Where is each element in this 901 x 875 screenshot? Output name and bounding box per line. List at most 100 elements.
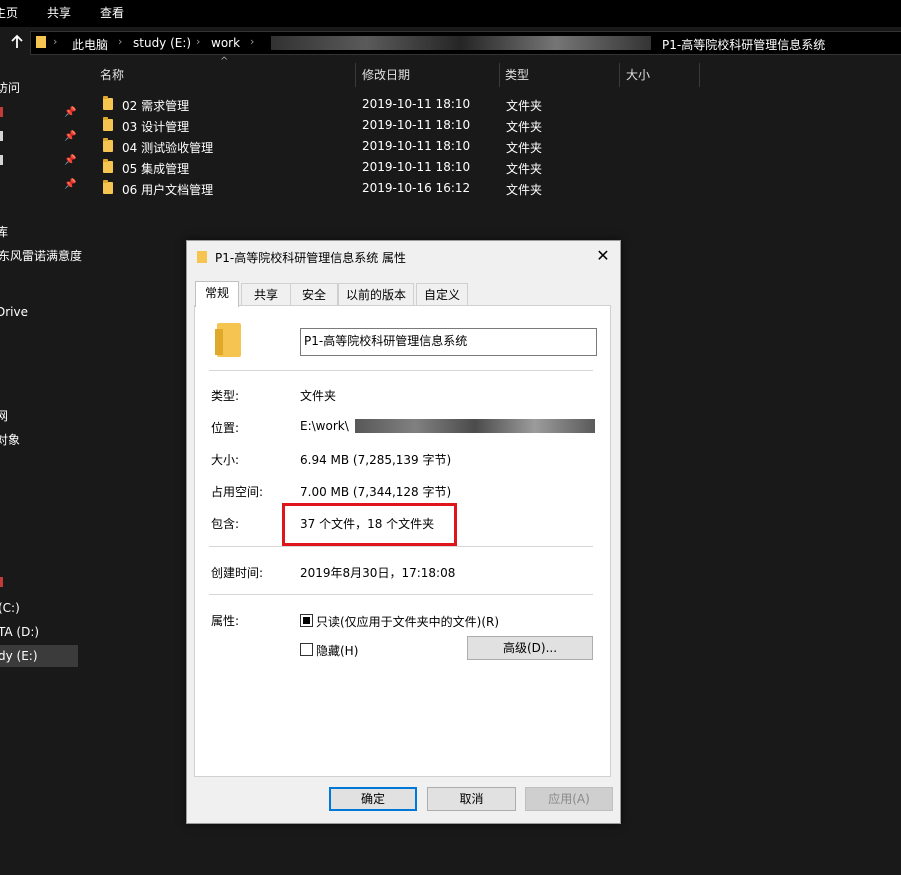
table-row[interactable]: 06 用户文档管理 2019-10-16 16:12 文件夹 [100,178,700,199]
column-header-type[interactable]: 类型 [505,66,529,83]
divider [209,370,593,371]
column-divider[interactable] [699,63,700,87]
file-modified: 2019-10-11 18:10 [362,160,471,174]
file-name: 03 设计管理 [122,120,190,134]
location-value: E:\work\ [300,419,349,433]
file-modified: 2019-10-11 18:10 [362,97,471,111]
folder-name-field[interactable]: P1-高等院校科研管理信息系统 [300,328,597,356]
nav-item-drive-d[interactable]: TA (D:) [0,621,39,643]
created-label: 创建时间: [211,566,264,580]
ribbon-bar: 主页 共享 查看 [0,0,901,27]
file-name: 02 需求管理 [122,99,190,113]
folder-icon [103,138,113,152]
close-icon[interactable]: ✕ [591,245,615,267]
dialog-title: P1-高等院校科研管理信息系统 属性 [215,251,407,265]
table-row[interactable]: 03 设计管理 2019-10-11 18:10 文件夹 [100,115,700,136]
column-header-size[interactable]: 大小 [626,66,650,83]
breadcrumb-work[interactable]: work [211,36,240,50]
chevron-right-icon: › [196,35,201,48]
chevron-right-icon: › [118,35,123,48]
table-row[interactable]: 05 集成管理 2019-10-11 18:10 文件夹 [100,157,700,178]
redacted-location [355,419,595,433]
table-row[interactable]: 04 测试验收管理 2019-10-11 18:10 文件夹 [100,136,700,157]
apply-button[interactable]: 应用(A) [525,787,613,811]
tab-previous-versions[interactable]: 以前的版本 [338,283,414,306]
file-type: 文件夹 [506,183,543,197]
file-name: 05 集成管理 [122,162,190,176]
folder-icon [215,323,241,357]
properties-dialog: P1-高等院校科研管理信息系统 属性 ✕ 常规 共享 安全 以前的版本 自定义 … [186,240,621,824]
nav-item-dongfeng[interactable]: 东风雷诺满意度 [0,245,82,267]
cancel-button[interactable]: 取消 [427,787,516,811]
location-label: 位置: [211,421,240,435]
column-divider[interactable] [499,63,500,87]
sort-ascending-icon: ^ [220,56,229,67]
breadcrumb-current-folder[interactable]: P1-高等院校科研管理信息系统 [662,36,825,53]
tab-general[interactable]: 常规 [195,281,239,307]
file-name: 04 测试验收管理 [122,141,214,155]
ribbon-tab-view[interactable]: 查看 [100,4,124,21]
pin-icon: 📌 [64,131,77,142]
type-label: 类型: [211,389,240,403]
ok-button[interactable]: 确定 [329,787,417,811]
navigation-pane: 访问 📌 📌 📌 📌 库 东风雷诺满意度 Drive 网 对象 (C:) TA … [0,59,82,875]
column-header-name[interactable]: 名称 [100,66,124,83]
breadcrumb-study-drive[interactable]: study (E:) [133,36,191,50]
divider [209,594,593,595]
folder-icon [103,96,113,110]
folder-icon [197,251,207,263]
file-type: 文件夹 [506,120,543,134]
breadcrumb-this-pc[interactable]: 此电脑 [72,36,108,53]
size-value: 6.94 MB (7,285,139 字节) [300,453,452,467]
created-value: 2019年8月30日，17:18:08 [300,566,456,580]
redacted-path [271,36,651,50]
file-type: 文件夹 [506,141,543,155]
nav-item-drive-e[interactable]: dy (E:) [0,645,78,667]
folder-icon [103,180,113,194]
tab-customize[interactable]: 自定义 [416,283,468,306]
advanced-button[interactable]: 高级(D)... [467,636,593,660]
type-value: 文件夹 [300,389,337,403]
nav-item-network[interactable]: 网 [0,405,8,427]
file-modified: 2019-10-16 16:12 [362,181,471,195]
highlight-box [282,503,457,546]
readonly-checkbox[interactable] [300,614,313,627]
nav-item-quick-access[interactable]: 访问 [0,77,20,99]
up-arrow-icon[interactable] [10,34,24,50]
pin-icon: 📌 [64,107,77,118]
table-row[interactable]: 02 需求管理 2019-10-11 18:10 文件夹 [100,94,700,115]
nav-item-libraries[interactable]: 库 [0,221,8,243]
folder-icon [36,36,46,48]
nav-item-3d-objects[interactable]: 对象 [0,429,20,451]
size-label: 大小: [211,453,240,467]
size-on-disk-value: 7.00 MB (7,344,128 字节) [300,485,452,499]
address-bar[interactable]: › 此电脑 › study (E:) › work › P1-高等院校科研管理信… [30,31,901,55]
folder-icon [0,131,3,141]
attributes-label: 属性: [211,614,240,628]
folder-icon [0,107,3,117]
column-header-modified[interactable]: 修改日期 [362,66,410,83]
nav-item-onedrive[interactable]: Drive [0,301,28,323]
folder-icon [0,155,3,165]
hidden-label[interactable]: 隐藏(H) [316,642,358,659]
folder-icon [103,117,113,131]
pin-icon: 📌 [64,179,77,190]
chevron-right-icon: › [250,35,255,48]
column-divider[interactable] [619,63,620,87]
ribbon-tab-home[interactable]: 主页 [0,4,18,21]
ribbon-tab-share[interactable]: 共享 [47,4,71,21]
file-type: 文件夹 [506,162,543,176]
tab-sharing[interactable]: 共享 [241,283,291,306]
chevron-right-icon: › [53,35,58,48]
folder-icon [0,577,3,587]
readonly-label[interactable]: 只读(仅应用于文件夹中的文件)(R) [316,613,499,630]
hidden-checkbox[interactable] [300,643,313,656]
nav-item-drive-c[interactable]: (C:) [0,597,20,619]
file-modified: 2019-10-11 18:10 [362,118,471,132]
divider [209,546,593,547]
contains-label: 包含: [211,517,240,531]
column-divider[interactable] [355,63,356,87]
pin-icon: 📌 [64,155,77,166]
file-type: 文件夹 [506,99,543,113]
tab-security[interactable]: 安全 [290,283,338,306]
